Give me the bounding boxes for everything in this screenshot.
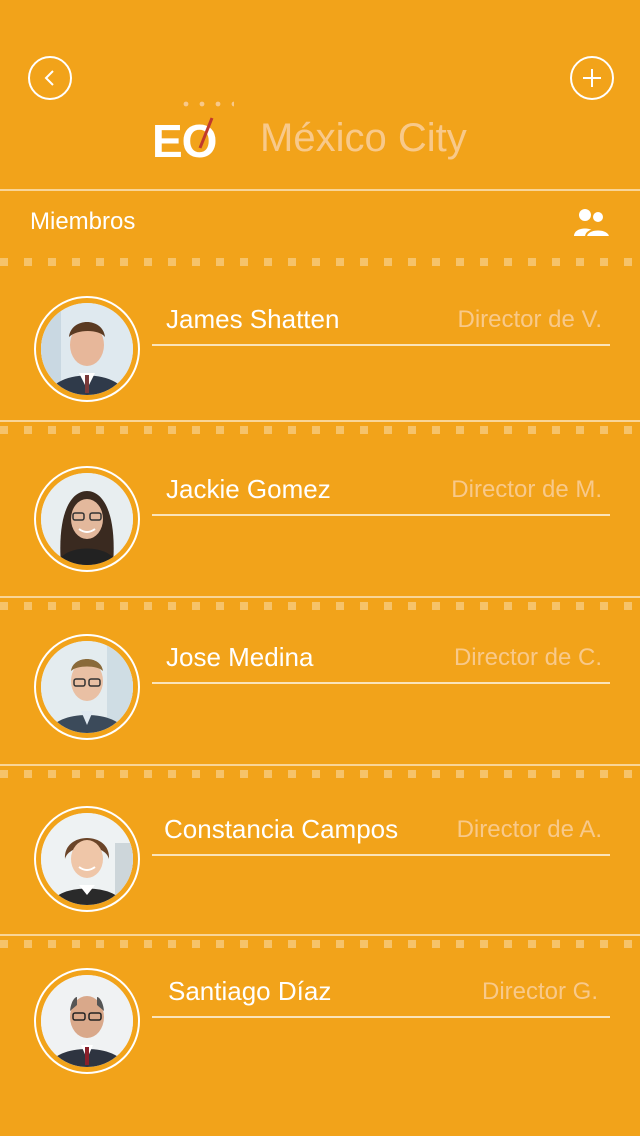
- member-photo: [41, 303, 133, 395]
- avatar: [34, 806, 140, 912]
- member-row[interactable]: Santiago Díaz Director G.: [0, 934, 640, 1096]
- member-role: Director G.: [481, 978, 598, 1005]
- person-photo-icon: [41, 975, 133, 1067]
- logo-accent-icon: [198, 117, 214, 149]
- member-photo: [41, 473, 133, 565]
- add-button[interactable]: [570, 56, 614, 100]
- back-button[interactable]: [28, 56, 72, 100]
- plus-icon: [583, 69, 601, 87]
- person-photo-icon: [41, 473, 133, 565]
- logo-dots-icon: [183, 101, 234, 107]
- row-divider: [0, 596, 640, 598]
- member-row[interactable]: Constancia Campos Director de A.: [0, 772, 640, 934]
- member-underline: [152, 344, 610, 346]
- member-role: Director de A.: [456, 816, 602, 843]
- group-users-icon[interactable]: [572, 206, 612, 238]
- city-title: México City: [260, 116, 467, 160]
- row-divider: [0, 764, 640, 766]
- member-photo: [41, 641, 133, 733]
- member-role: Director de M.: [451, 476, 602, 503]
- header-divider: [0, 189, 640, 191]
- avatar: [34, 968, 140, 1074]
- chevron-left-icon: [44, 70, 54, 86]
- header: EO México City: [0, 0, 640, 190]
- person-photo-icon: [41, 813, 133, 905]
- member-underline: [152, 854, 610, 856]
- avatar: [34, 466, 140, 572]
- member-photo: [41, 813, 133, 905]
- member-role: Director de C.: [453, 644, 602, 671]
- member-row[interactable]: James Shatten Director de V.: [0, 262, 640, 424]
- row-divider: [0, 420, 640, 422]
- member-underline: [152, 1016, 610, 1018]
- member-name: Constancia Campos: [164, 814, 399, 844]
- person-photo-icon: [41, 641, 133, 733]
- avatar: [34, 634, 140, 740]
- avatar: [34, 296, 140, 402]
- member-name: Jackie Gomez: [166, 474, 331, 504]
- member-photo: [41, 975, 133, 1067]
- member-role: Director de V.: [457, 306, 602, 333]
- member-underline: [152, 682, 610, 684]
- member-name: Santiago Díaz: [168, 976, 332, 1006]
- section-title: Miembros: [30, 208, 136, 235]
- member-underline: [152, 514, 610, 516]
- member-row[interactable]: Jose Medina Director de C.: [0, 600, 640, 762]
- member-row[interactable]: Jackie Gomez Director de M.: [0, 432, 640, 594]
- eo-logo: EO: [152, 100, 234, 164]
- member-name: James Shatten: [166, 304, 340, 334]
- person-photo-icon: [41, 303, 133, 395]
- member-name: Jose Medina: [166, 642, 314, 672]
